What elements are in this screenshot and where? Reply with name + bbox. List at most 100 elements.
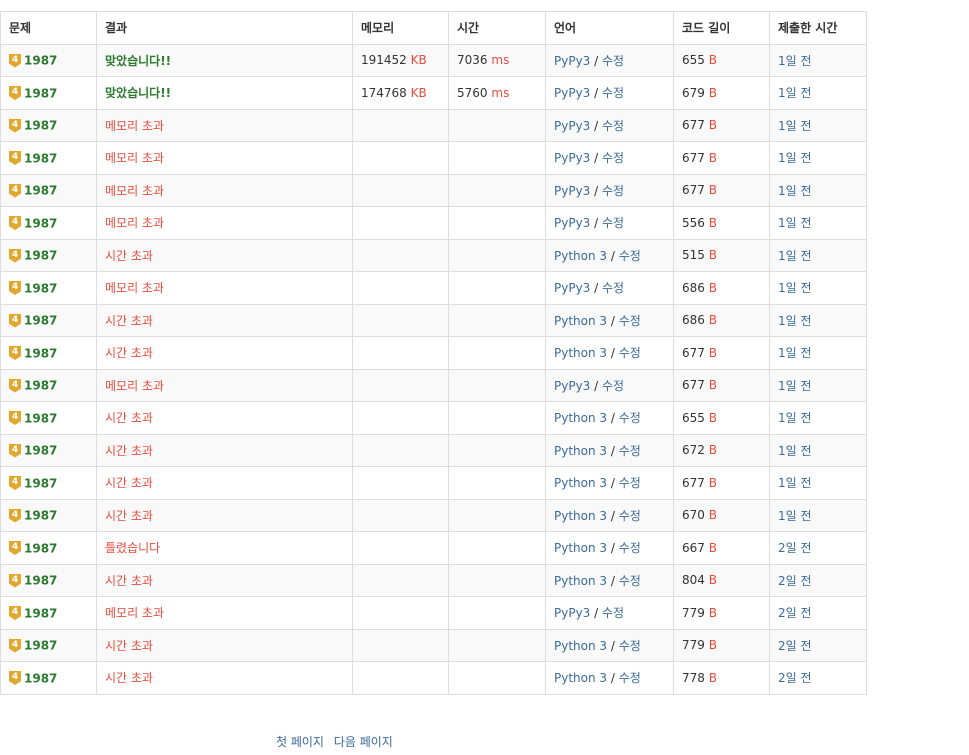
submitted-time-link[interactable]: 1일 전 [778, 509, 812, 523]
submitted-time-link[interactable]: 1일 전 [778, 281, 812, 295]
time-cell [448, 628, 546, 662]
submitted-time-link[interactable]: 1일 전 [778, 184, 812, 198]
edit-link[interactable]: 수정 [602, 281, 624, 295]
edit-link[interactable]: 수정 [602, 184, 624, 198]
problem-link[interactable]: 1987 [24, 314, 57, 328]
problem-link[interactable]: 1987 [24, 639, 57, 653]
problem-cell: 4 1987 [0, 336, 97, 370]
edit-link[interactable]: 수정 [602, 54, 624, 68]
submitted-time-link[interactable]: 1일 전 [778, 216, 812, 230]
problem-link[interactable]: 1987 [24, 184, 57, 198]
time-unit: ms [491, 85, 510, 100]
code-length-value: 677 [682, 475, 705, 490]
edit-link[interactable]: 수정 [619, 249, 641, 263]
language-cell: PyPy3 / 수정 [545, 108, 674, 142]
submitted-time-cell: 2일 전 [769, 531, 867, 565]
edit-link[interactable]: 수정 [619, 444, 641, 458]
table-row: 4 1987 맞았습니다!! 191452 KB 7036 ms PyPy3 / 수정 65… [0, 43, 867, 77]
edit-link[interactable]: 수정 [619, 541, 641, 555]
table-header-row: 문제 결과 메모리 시간 언어 코드 길이 제출한 시간 [0, 11, 867, 45]
language-link[interactable]: PyPy3 [554, 379, 590, 393]
language-link[interactable]: Python 3 [554, 639, 607, 653]
submitted-time-link[interactable]: 1일 전 [778, 249, 812, 263]
problem-link[interactable]: 1987 [24, 86, 57, 100]
edit-link[interactable]: 수정 [619, 574, 641, 588]
language-link[interactable]: PyPy3 [554, 54, 590, 68]
problem-link[interactable]: 1987 [24, 574, 57, 588]
problem-link[interactable]: 1987 [24, 249, 57, 263]
language-link[interactable]: PyPy3 [554, 86, 590, 100]
submitted-time-link[interactable]: 2일 전 [778, 541, 812, 555]
edit-link[interactable]: 수정 [619, 639, 641, 653]
submitted-time-link[interactable]: 1일 전 [778, 411, 812, 425]
edit-link[interactable]: 수정 [602, 379, 624, 393]
problem-link[interactable]: 1987 [24, 476, 57, 490]
submitted-time-link[interactable]: 1일 전 [778, 119, 812, 133]
code-length-value: 677 [682, 150, 705, 165]
edit-link[interactable]: 수정 [619, 476, 641, 490]
submitted-time-link[interactable]: 1일 전 [778, 314, 812, 328]
language-link[interactable]: Python 3 [554, 671, 607, 685]
result-cell: 메모리 초과 [96, 596, 353, 630]
submitted-time-link[interactable]: 1일 전 [778, 151, 812, 165]
language-link[interactable]: Python 3 [554, 249, 607, 263]
language-link[interactable]: Python 3 [554, 444, 607, 458]
edit-link[interactable]: 수정 [619, 346, 641, 360]
edit-link[interactable]: 수정 [602, 86, 624, 100]
problem-link[interactable]: 1987 [24, 151, 57, 165]
language-link[interactable]: Python 3 [554, 509, 607, 523]
edit-link[interactable]: 수정 [619, 671, 641, 685]
edit-link[interactable]: 수정 [619, 509, 641, 523]
tier-badge-icon: 4 [9, 151, 21, 165]
first-page-link[interactable]: 첫 페이지 [276, 735, 324, 749]
code-length-value: 672 [682, 443, 705, 458]
problem-link[interactable]: 1987 [24, 119, 57, 133]
problem-link[interactable]: 1987 [24, 346, 57, 360]
edit-link[interactable]: 수정 [619, 314, 641, 328]
language-link[interactable]: Python 3 [554, 574, 607, 588]
submitted-time-link[interactable]: 2일 전 [778, 574, 812, 588]
submitted-time-link[interactable]: 1일 전 [778, 86, 812, 100]
code-length-unit: B [708, 410, 717, 425]
problem-link[interactable]: 1987 [24, 541, 57, 555]
language-link[interactable]: Python 3 [554, 411, 607, 425]
submitted-time-link[interactable]: 2일 전 [778, 671, 812, 685]
submitted-time-link[interactable]: 1일 전 [778, 346, 812, 360]
submitted-time-link[interactable]: 2일 전 [778, 606, 812, 620]
submitted-time-link[interactable]: 1일 전 [778, 476, 812, 490]
code-length-cell: 779 B [673, 628, 770, 662]
language-link[interactable]: PyPy3 [554, 151, 590, 165]
next-page-link[interactable]: 다음 페이지 [334, 735, 393, 749]
edit-link[interactable]: 수정 [602, 216, 624, 230]
code-length-value: 677 [682, 118, 705, 133]
problem-link[interactable]: 1987 [24, 281, 57, 295]
language-link[interactable]: Python 3 [554, 541, 607, 555]
problem-link[interactable]: 1987 [24, 379, 57, 393]
problem-link[interactable]: 1987 [24, 671, 57, 685]
problem-link[interactable]: 1987 [24, 54, 57, 68]
problem-link[interactable]: 1987 [24, 216, 57, 230]
language-link[interactable]: Python 3 [554, 476, 607, 490]
language-link[interactable]: PyPy3 [554, 281, 590, 295]
language-link[interactable]: PyPy3 [554, 216, 590, 230]
submitted-time-link[interactable]: 2일 전 [778, 639, 812, 653]
submitted-time-link[interactable]: 1일 전 [778, 379, 812, 393]
submitted-time-link[interactable]: 1일 전 [778, 444, 812, 458]
problem-link[interactable]: 1987 [24, 411, 57, 425]
edit-link[interactable]: 수정 [602, 606, 624, 620]
language-link[interactable]: PyPy3 [554, 606, 590, 620]
language-link[interactable]: Python 3 [554, 346, 607, 360]
language-link[interactable]: Python 3 [554, 314, 607, 328]
language-link[interactable]: PyPy3 [554, 119, 590, 133]
edit-link[interactable]: 수정 [602, 151, 624, 165]
problem-link[interactable]: 1987 [24, 509, 57, 523]
result-cell: 맞았습니다!! [96, 43, 353, 77]
submitted-time-link[interactable]: 1일 전 [778, 54, 812, 68]
problem-link[interactable]: 1987 [24, 606, 57, 620]
code-length-value: 778 [682, 670, 705, 685]
problem-link[interactable]: 1987 [24, 444, 57, 458]
edit-link[interactable]: 수정 [602, 119, 624, 133]
language-link[interactable]: PyPy3 [554, 184, 590, 198]
problem-cell: 4 1987 [0, 433, 97, 467]
edit-link[interactable]: 수정 [619, 411, 641, 425]
